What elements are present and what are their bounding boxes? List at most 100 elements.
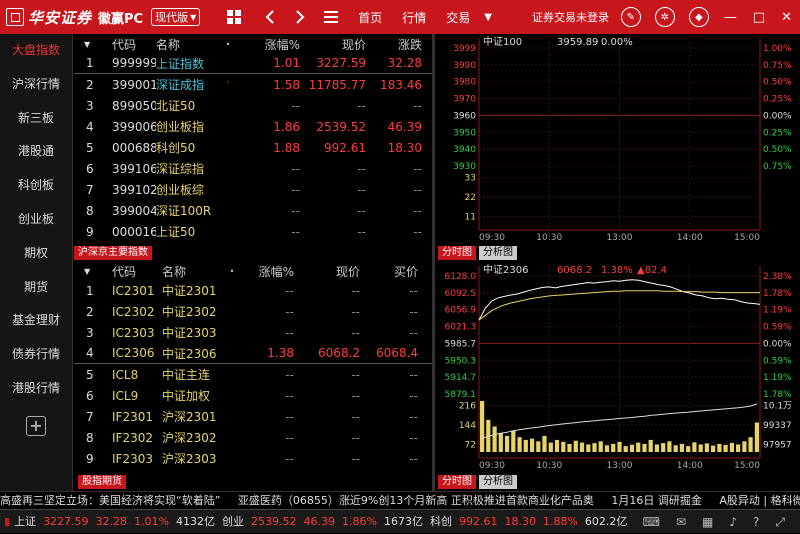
table-row[interactable]: 6 ICL9 中证加权 -- -- -- (74, 385, 432, 406)
expand-icon[interactable]: ⤢ (775, 510, 785, 534)
table-row[interactable]: 4 IC2306 中证2306 1.38 6068.2 6068.4 (74, 343, 432, 364)
chart-icon[interactable]: ▦ (702, 510, 713, 534)
chart-title: 中证2306 (483, 263, 528, 276)
ticker-item[interactable]: A股异动 | 格科微(688728)涨超4% (719, 494, 800, 507)
y-right-tick-label: 0.25% (763, 128, 792, 138)
row-code: IF2302 (112, 430, 153, 445)
chart1-tab-analysis[interactable]: 分析图 (479, 246, 517, 260)
table-row[interactable]: 5 000688 科创50 1.88 992.61 18.30 (74, 137, 432, 158)
col-pct[interactable]: 涨幅% (244, 263, 294, 280)
message-icon[interactable]: ✉ (676, 510, 686, 534)
sort-triangle-icon[interactable]: ▼ (74, 40, 104, 49)
chart2-tab-intraday[interactable]: 分时图 (438, 475, 476, 489)
up-arrow-icon: ▮ (4, 514, 11, 528)
intraday-chart-csi100[interactable]: 3999 1.00% 3990 0.75% 3980 0.50% 3970 0.25% 3960… (435, 34, 800, 262)
news-ticker[interactable]: 高盛再三坚定立场：美国经济将实现“软着陆” 亚盛医药（06855）涨近9%创13… (0, 491, 800, 509)
table-row[interactable]: 1 999999 上证指数 1.01 3227.59 32.28 (74, 53, 432, 74)
sidebar-item-hk-connect[interactable]: 港股通 (0, 135, 72, 169)
sidebar-item-funds[interactable]: 基金理财 (0, 304, 72, 338)
table-row[interactable]: 8 399004 深证100R -- -- -- (74, 200, 432, 221)
cumulative-volume-line (481, 403, 758, 439)
table-row[interactable]: 1 IC2301 中证2301 -- -- -- (74, 280, 432, 301)
nav-home[interactable]: 首页 (348, 9, 392, 26)
row-code: 399006 (112, 119, 156, 134)
row-name: 沪深2301 (162, 410, 217, 424)
volume-bar (723, 445, 728, 452)
nav-trade[interactable]: 交易 (436, 9, 480, 26)
row-price: -- (357, 182, 366, 197)
volume-bar (736, 444, 741, 452)
row-code: 899050 (112, 98, 156, 113)
nav-quotes[interactable]: 行情 (392, 9, 436, 26)
sidebar-item-hk[interactable]: 港股行情 (0, 372, 72, 406)
intraday-chart-ic2306[interactable]: 6128.0 2.38% 6092.5 1.78% 6056.9 1.19% 6021.3 0… (435, 262, 800, 491)
sb-cy-vol: 1673亿 (383, 514, 423, 528)
sidebar-item-futures[interactable]: 期货 (0, 271, 72, 305)
menu-icon[interactable] (322, 0, 340, 34)
col-code[interactable]: 代码 (104, 263, 162, 280)
sidebar-item-bonds[interactable]: 债券行情 (0, 338, 72, 372)
add-icon[interactable]: + (26, 415, 46, 436)
sb-kc-chg: 18.30 (504, 514, 536, 528)
shirt-icon[interactable]: ◆ (688, 7, 709, 27)
sb-sh-name[interactable]: 上证 (14, 510, 36, 534)
table-row[interactable]: 7 IF2301 沪深2301 -- -- -- (74, 406, 432, 427)
col-price[interactable]: 现价 (294, 263, 360, 280)
keyboard-icon[interactable]: ⌨ (643, 510, 660, 534)
grid-icon[interactable] (224, 0, 244, 34)
table-row[interactable]: 5 ICL8 中证主连 -- -- -- (74, 364, 432, 385)
minimize-button[interactable]: — (724, 10, 737, 25)
sidebar-item-neeq[interactable]: 新三板 (0, 102, 72, 136)
col-bid[interactable]: 买价 (360, 263, 418, 280)
help-icon[interactable]: ? (753, 510, 759, 534)
sidebar-item-index[interactable]: 大盘指数 (0, 34, 72, 68)
arrow-left-icon[interactable] (262, 0, 278, 34)
table-row[interactable]: 6 399106 深证综指 -- -- -- (74, 158, 432, 179)
ticker-item[interactable]: 高盛再三坚定立场：美国经济将实现“软着陆” (0, 494, 220, 507)
arrow-right-icon[interactable] (292, 0, 308, 34)
gear-icon[interactable]: ✲ (654, 7, 675, 27)
login-status[interactable]: 证券交易未登录 (532, 9, 609, 25)
chart2-tab-analysis[interactable]: 分析图 (479, 475, 517, 489)
sidebar-item-chinext[interactable]: 创业板 (0, 203, 72, 237)
row-name: 中证2302 (162, 305, 217, 319)
sidebar-item-star[interactable]: 科创板 (0, 169, 72, 203)
sb-kc-name[interactable]: 科创 (430, 510, 452, 534)
version-select[interactable]: 现代版 ▼ (151, 8, 201, 26)
table-row[interactable]: 9 IF2303 沪深2303 -- -- -- (74, 448, 432, 469)
volume-bar (661, 443, 666, 452)
table-row[interactable]: 4 399006 创业板指 1.86 2539.52 46.39 (74, 116, 432, 137)
close-button[interactable]: ✕ (781, 10, 792, 25)
col-pct[interactable]: 涨幅% (240, 36, 300, 53)
col-name[interactable]: 名称 (156, 36, 216, 53)
col-price[interactable]: 现价 (300, 36, 366, 53)
sidebar-item-options[interactable]: 期权 (0, 237, 72, 271)
volume-bar (542, 435, 547, 452)
table-row[interactable]: 3 IC2303 中证2303 -- -- -- (74, 322, 432, 343)
table-row[interactable]: 8 IF2302 沪深2302 -- -- -- (74, 427, 432, 448)
table-row[interactable]: 2 IC2302 中证2302 -- -- -- (74, 301, 432, 322)
table-row[interactable]: 2 399001 深证成指 ' 1.58 11785.77 183.46 (74, 74, 432, 95)
wrench-icon[interactable]: ✎ (620, 7, 641, 27)
futures-tab-label[interactable]: 股指期货 (78, 475, 126, 489)
row-bid: -- (409, 388, 418, 403)
table-row[interactable]: 3 899050 北证50 -- -- -- (74, 95, 432, 116)
y-tick-label: 3940 (453, 145, 476, 155)
sb-cy-name[interactable]: 创业 (222, 510, 244, 534)
index-tab-label[interactable]: 沪深京主要指数 (74, 246, 152, 260)
maximize-button[interactable]: □ (753, 10, 765, 25)
sort-triangle-icon[interactable]: ▼ (74, 267, 104, 276)
table-row[interactable]: 9 000016 上证50 -- -- -- (74, 221, 432, 242)
ticker-item[interactable]: 亚盛医药（06855）涨近9%创13个月新高 正积极推进首款商业化产品奥 (238, 494, 594, 507)
sidebar-item-shsz[interactable]: 沪深行情 (0, 68, 72, 102)
table-row[interactable]: 7 399102 创业板综 -- -- -- (74, 179, 432, 200)
volume-bar (523, 439, 528, 452)
col-code[interactable]: 代码 (104, 36, 156, 53)
ticker-item[interactable]: 1月16日 调研掘金 (611, 494, 702, 507)
row-bid: -- (409, 451, 418, 466)
chart1-tab-intraday[interactable]: 分时图 (438, 246, 476, 260)
col-chg[interactable]: 涨跌 (366, 36, 422, 53)
bell-icon[interactable]: ♪ (729, 510, 737, 534)
col-name[interactable]: 名称 (162, 263, 220, 280)
dropdown-icon[interactable]: ▼ (484, 0, 492, 34)
